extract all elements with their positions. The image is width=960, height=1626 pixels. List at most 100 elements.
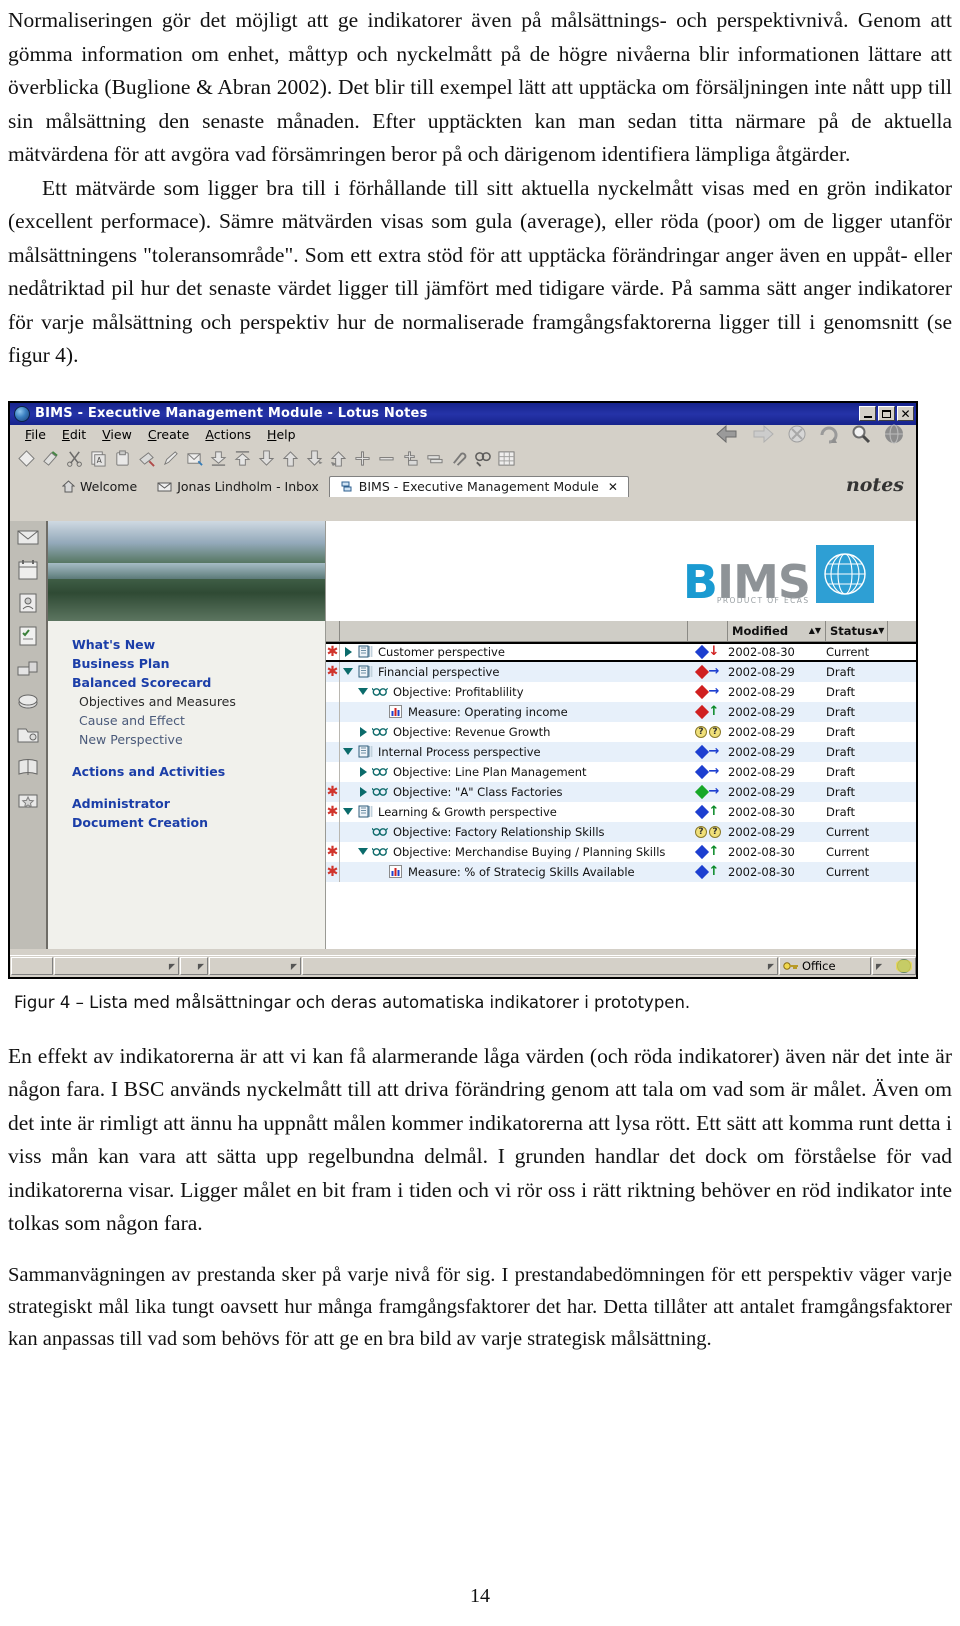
table-row[interactable]: Objective: Line Plan Management → 2002-08-… <box>326 761 916 782</box>
nav-item-objectives-and-measures[interactable]: Objectives and Measures <box>72 692 325 711</box>
twisty-right-icon[interactable] <box>355 786 371 797</box>
row-gutter-mark[interactable] <box>326 741 340 762</box>
row-gutter-mark[interactable] <box>326 761 340 782</box>
forward-icon[interactable] <box>750 423 776 445</box>
collapse-all-icon[interactable] <box>306 449 323 467</box>
menu-item-edit[interactable]: Edit <box>55 426 93 443</box>
expand-all-icon[interactable] <box>330 450 347 467</box>
row-gutter-mark[interactable]: ✱ <box>326 841 340 862</box>
status-message-cell[interactable]: ◤ <box>302 957 778 975</box>
tab-welcome[interactable]: Welcome <box>52 476 147 497</box>
minus-icon[interactable] <box>378 450 395 467</box>
tab-bims-module[interactable]: BIMS - Executive Management Module ✕ <box>328 475 629 497</box>
cut-icon[interactable] <box>66 450 83 467</box>
status-cell-3[interactable]: ◤ <box>180 957 208 975</box>
send-mail-icon[interactable] <box>186 450 203 467</box>
table-row[interactable]: Objective: Profitablility → 2002-08-29 Draf… <box>326 681 916 702</box>
plus-icon[interactable] <box>354 450 371 467</box>
twisty-down-icon[interactable] <box>340 668 356 675</box>
globe-icon[interactable] <box>882 422 906 446</box>
maximize-button[interactable] <box>878 406 895 421</box>
table-row[interactable]: ✱ Objective: Merchandise Buying / Plannin… <box>326 841 916 862</box>
menu-item-view[interactable]: View <box>95 426 139 443</box>
stop-icon[interactable] <box>786 423 808 445</box>
table-row[interactable]: Objective: Factory Relationship Skills??… <box>326 821 916 842</box>
row-gutter-mark[interactable] <box>326 821 340 842</box>
twisty-down-icon[interactable] <box>355 848 371 855</box>
expand-icon[interactable] <box>282 450 299 467</box>
folder-icon[interactable] <box>16 723 40 747</box>
move-down-icon[interactable] <box>210 450 227 467</box>
status-cell-4[interactable]: ◤ <box>209 957 301 975</box>
copy-icon[interactable]: A <box>90 450 107 467</box>
collapse-icon[interactable] <box>258 449 275 467</box>
status-cell-2[interactable]: ◤ <box>54 957 179 975</box>
calendar-icon[interactable] <box>16 558 40 582</box>
row-gutter-mark[interactable] <box>326 701 340 722</box>
row-gutter-mark[interactable]: ✱ <box>326 661 340 682</box>
twisty-down-icon[interactable] <box>340 748 356 755</box>
tab-inbox[interactable]: Jonas Lindholm - Inbox <box>147 476 329 497</box>
todo-icon[interactable] <box>16 624 40 648</box>
address-book-icon[interactable] <box>16 591 40 615</box>
table-row[interactable]: Objective: Revenue Growth?? 2002-08-29 Dra… <box>326 721 916 742</box>
nav-item-whats-new[interactable]: What's New <box>72 635 325 654</box>
minimize-button[interactable] <box>859 406 876 421</box>
table-row[interactable]: ✱ Objective: "A" Class Factories → 2002-08-… <box>326 781 916 802</box>
move-up-icon[interactable] <box>234 450 251 467</box>
table-row[interactable]: ✱ Measure: % of Stratecig Skills Availabl… <box>326 861 916 882</box>
menu-item-create[interactable]: Create <box>141 426 197 443</box>
table-row[interactable]: ✱ Learning & Growth perspective ↑ 2002-08-3… <box>326 801 916 822</box>
table-row[interactable]: Measure: Operating income ↑ 2002-08-29 Draf… <box>326 701 916 722</box>
nav-item-new-perspective[interactable]: New Perspective <box>72 730 325 749</box>
workspace-icon[interactable] <box>16 690 40 714</box>
table-icon[interactable] <box>498 450 515 467</box>
paste-icon[interactable] <box>114 449 131 467</box>
tab-close-icon[interactable]: ✕ <box>608 480 618 494</box>
link-icon[interactable] <box>426 450 443 467</box>
row-gutter-mark[interactable]: ✱ <box>326 781 340 802</box>
sort-arrows-status-icon[interactable]: ▲▼ <box>872 627 884 635</box>
edit-pencil-icon[interactable] <box>162 450 179 467</box>
column-header-status[interactable]: Status ▲▼ <box>826 620 888 641</box>
table-row[interactable]: ✱ Financial perspective → 2002-08-29 Draft <box>326 661 916 682</box>
status-cell-1[interactable] <box>11 957 53 975</box>
menu-item-file[interactable]: File <box>18 426 53 443</box>
twisty-right-icon[interactable] <box>340 646 356 657</box>
column-header-modified[interactable]: Modified ▲▼ <box>728 620 826 641</box>
back-icon[interactable] <box>714 423 740 445</box>
menu-item-help[interactable]: Help <box>260 426 303 443</box>
attach-icon[interactable] <box>450 450 467 467</box>
status-globe-cell[interactable]: ◤ <box>872 957 916 975</box>
row-gutter-mark[interactable]: ✱ <box>326 801 340 822</box>
bookmark-icon[interactable] <box>16 756 40 780</box>
nav-item-actions-and-activities[interactable]: Actions and Activities <box>72 762 325 781</box>
nav-item-administrator[interactable]: Administrator <box>72 794 325 813</box>
twisty-down-icon[interactable] <box>340 808 356 815</box>
table-row[interactable]: Internal Process perspective → 2002-08-29 D… <box>326 741 916 762</box>
new-document-icon[interactable] <box>18 449 35 467</box>
mail-icon[interactable] <box>16 525 40 549</box>
search-icon[interactable] <box>850 423 872 445</box>
row-gutter-mark[interactable]: ✱ <box>326 861 340 882</box>
twisty-down-icon[interactable] <box>355 688 371 695</box>
nav-item-business-plan[interactable]: Business Plan <box>72 654 325 673</box>
menu-item-actions[interactable]: Actions <box>198 426 258 443</box>
close-button[interactable]: ✕ <box>897 406 914 421</box>
replication-icon[interactable] <box>16 657 40 681</box>
row-gutter-mark[interactable]: ✱ <box>326 643 340 660</box>
sort-arrows-modified-icon[interactable]: ▲▼ <box>809 627 821 635</box>
edit-document-icon[interactable] <box>42 450 59 467</box>
add-section-icon[interactable] <box>402 450 419 467</box>
nav-item-cause-and-effect[interactable]: Cause and Effect <box>72 711 325 730</box>
row-gutter-mark[interactable] <box>326 721 340 742</box>
nav-item-document-creation[interactable]: Document Creation <box>72 813 325 832</box>
delete-icon[interactable] <box>138 450 155 467</box>
row-gutter-mark[interactable] <box>326 681 340 702</box>
table-row[interactable]: ✱ Customer perspective ↓ 2002-08-30 Current <box>326 641 916 662</box>
favorites-icon[interactable] <box>16 789 40 813</box>
find-icon[interactable] <box>474 450 491 467</box>
twisty-right-icon[interactable] <box>355 766 371 777</box>
nav-item-balanced-scorecard[interactable]: Balanced Scorecard <box>72 673 325 692</box>
twisty-right-icon[interactable] <box>355 726 371 737</box>
